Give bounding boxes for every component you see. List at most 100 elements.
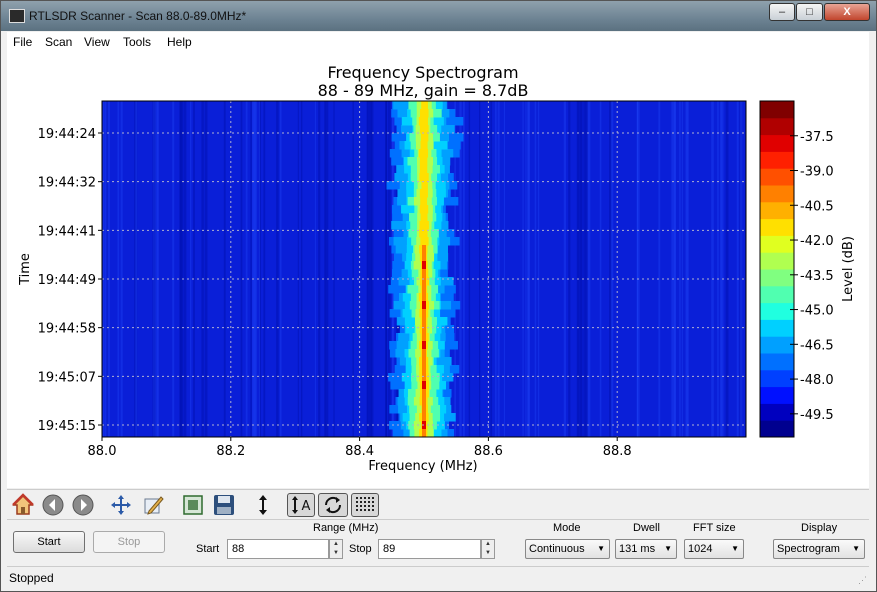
noise-streak <box>568 101 571 437</box>
dwell-select[interactable]: 131 ms ▼ <box>615 539 677 559</box>
menu-file[interactable]: File <box>13 35 32 49</box>
minimize-button[interactable]: – <box>769 3 795 21</box>
colorbar-tick-label: -37.5 <box>800 130 834 145</box>
resize-grip-icon[interactable]: ⋰ <box>858 575 867 586</box>
app-window: RTLSDR Scanner - Scan 88.0-89.0MHz* – □ … <box>0 0 877 592</box>
noise-streak <box>254 101 257 437</box>
grid-icon <box>356 497 374 511</box>
fft-size-label: FFT size <box>693 522 736 534</box>
plot-canvas[interactable]: Frequency Spectrogram 88 - 89 MHz, gain … <box>7 52 869 488</box>
colorbar-segment <box>760 117 794 136</box>
colorbar-segment <box>760 420 794 438</box>
vertical-arrow-icon[interactable] <box>251 493 275 517</box>
refresh-button[interactable] <box>318 493 348 517</box>
noise-streak <box>527 101 530 437</box>
menu-help[interactable]: Help <box>167 35 192 49</box>
menu-scan[interactable]: Scan <box>45 35 72 49</box>
noise-streak <box>686 101 689 437</box>
noise-streak <box>107 101 110 437</box>
signal-cell <box>418 117 428 126</box>
home-icon[interactable] <box>11 493 35 517</box>
signal-cell <box>418 149 429 158</box>
window-title: RTLSDR Scanner - Scan 88.0-89.0MHz* <box>29 9 247 23</box>
autoscale-button[interactable]: A <box>287 493 315 517</box>
noise-streak <box>679 101 681 437</box>
signal-peak-cell <box>422 301 426 310</box>
noise-streak <box>577 101 580 437</box>
signal-cell <box>420 109 429 118</box>
edit-icon[interactable] <box>141 493 165 517</box>
scan-controls: Start Stop Range (MHz) Start 88 ▲ ▼ Stop … <box>7 519 869 566</box>
noise-streak <box>671 101 674 437</box>
noise-streak <box>201 101 204 437</box>
noise-streak <box>318 101 321 437</box>
noise-streak <box>479 101 481 437</box>
display-value: Spectrogram <box>777 543 840 555</box>
colorbar-tick-label: -40.5 <box>800 199 834 214</box>
noise-streak <box>711 101 714 437</box>
colorbar-tick-label: -42.0 <box>800 234 834 249</box>
range-stop-input[interactable]: 89 <box>378 539 481 559</box>
noise-streak <box>297 101 299 437</box>
y-tick-label: 19:44:58 <box>38 322 96 337</box>
noise-streak <box>610 101 614 437</box>
stop-button[interactable]: Stop <box>93 531 165 553</box>
signal-cell <box>421 101 428 110</box>
fft-size-select[interactable]: 1024 ▼ <box>684 539 744 559</box>
y-tick-label: 19:45:07 <box>38 370 96 385</box>
noise-streak <box>135 101 138 437</box>
colorbar-segment <box>760 218 794 236</box>
range-start-input[interactable]: 88 <box>227 539 329 559</box>
signal-peak-cell <box>422 413 426 422</box>
noise-streak <box>157 101 159 437</box>
noise-streak <box>370 101 374 437</box>
noise-streak <box>563 101 566 437</box>
spectrogram-heatmap[interactable] <box>102 101 746 438</box>
start-button[interactable]: Start <box>13 531 85 553</box>
colorbar <box>759 100 795 438</box>
dwell-value: 131 ms <box>619 543 656 555</box>
signal-peak-cell <box>422 333 426 342</box>
colorbar-segment <box>760 336 794 354</box>
noise-streak <box>636 101 639 437</box>
range-label: Range (MHz) <box>313 522 379 534</box>
menu-view[interactable]: View <box>84 35 110 49</box>
range-start-stepper[interactable]: ▲ ▼ <box>329 539 343 559</box>
noise-streak <box>587 101 591 437</box>
x-tick-label: 88.4 <box>345 444 374 459</box>
spectrogram-chart[interactable]: Frequency Spectrogram 88 - 89 MHz, gain … <box>7 52 869 488</box>
noise-streak <box>190 101 192 437</box>
save-icon[interactable] <box>212 493 236 517</box>
back-icon[interactable] <box>41 493 65 517</box>
maximize-button[interactable]: □ <box>796 3 823 21</box>
display-select[interactable]: Spectrogram ▼ <box>773 539 865 559</box>
noise-streak <box>117 101 120 437</box>
signal-peak-cell <box>422 357 426 366</box>
menu-tools[interactable]: Tools <box>123 35 151 49</box>
signal-peak-cell <box>422 269 426 278</box>
signal-peak-cell <box>422 365 426 374</box>
status-text: Stopped <box>9 571 54 585</box>
noise-streak <box>739 101 743 437</box>
colorbar-segment <box>760 353 794 371</box>
signal-peak-cell <box>422 277 426 286</box>
x-tick-label: 88.0 <box>88 444 117 459</box>
x-tick-label: 88.2 <box>216 444 245 459</box>
range-stop-stepper[interactable]: ▲ ▼ <box>481 539 495 559</box>
colorbar-segment <box>760 185 794 203</box>
pan-icon[interactable] <box>109 493 133 517</box>
colorbar-segment <box>760 302 794 320</box>
noise-streak <box>352 101 354 437</box>
close-button[interactable]: X <box>824 3 870 21</box>
mode-select[interactable]: Continuous ▼ <box>525 539 610 559</box>
fit-icon[interactable] <box>181 493 205 517</box>
colorbar-segment <box>760 201 794 220</box>
grid-button[interactable] <box>351 493 379 517</box>
signal-peak-cell <box>422 373 426 382</box>
signal-peak-cell <box>422 309 426 318</box>
noise-streak <box>490 101 493 437</box>
chart-subtitle: 88 - 89 MHz, gain = 8.7dB <box>318 81 529 100</box>
colorbar-segment <box>760 319 794 337</box>
noise-streak <box>658 101 661 437</box>
forward-icon[interactable] <box>71 493 95 517</box>
